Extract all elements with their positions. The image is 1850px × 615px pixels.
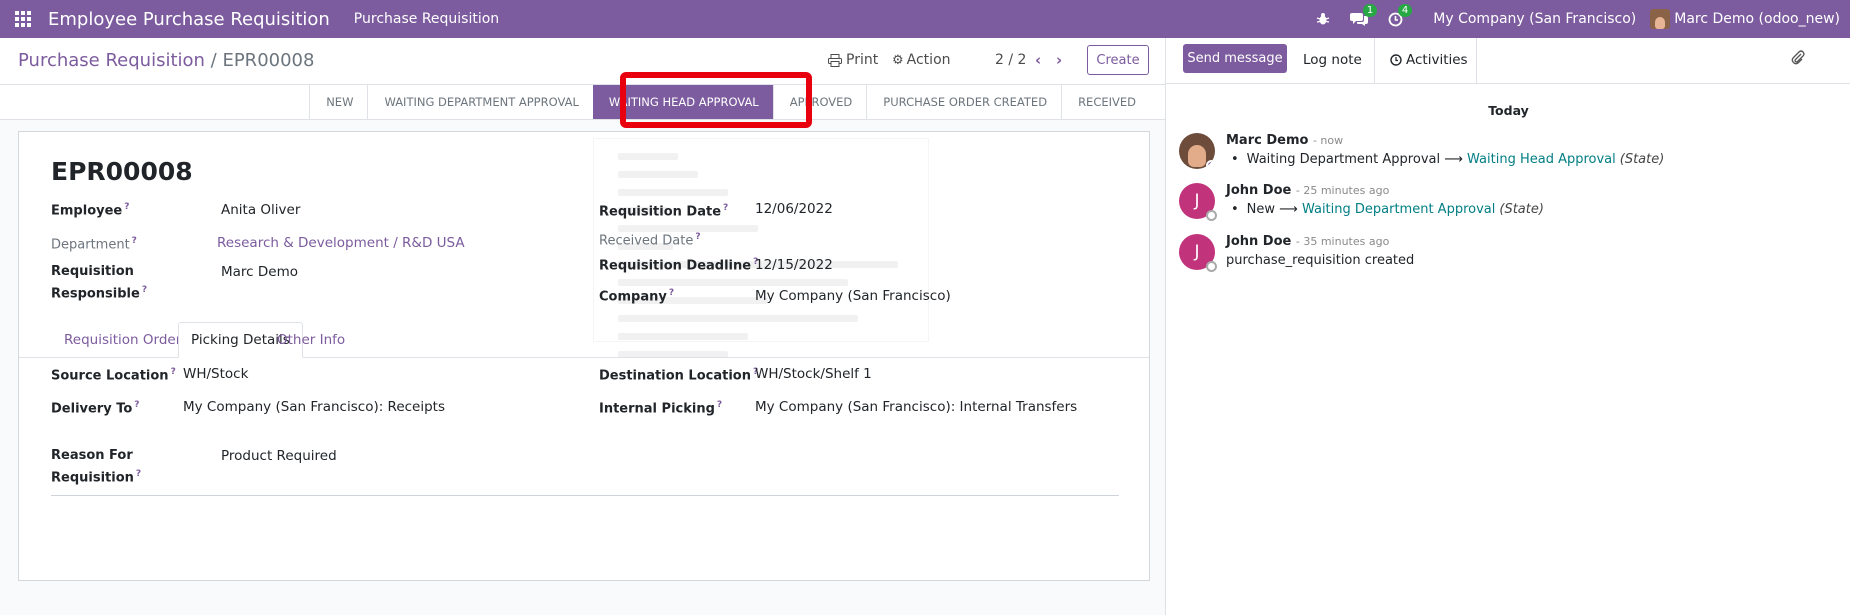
arrow-icon: ⟶ [1444, 152, 1463, 167]
app-title[interactable]: Employee Purchase Requisition [48, 9, 330, 30]
log-note-button[interactable]: Log note [1303, 52, 1362, 68]
form-sheet: EPR00008 Employee? Anita Oliver Departme… [18, 131, 1150, 581]
date-separator: Today [1488, 103, 1529, 118]
delivery-to-value[interactable]: My Company (San Francisco): Receipts [183, 399, 445, 415]
status-bar: New Waiting Department Approval Waiting He… [0, 84, 1165, 120]
destination-location-label: Destination Location? [599, 367, 759, 384]
internal-picking-value[interactable]: My Company (San Francisco): Internal Tra… [755, 399, 1077, 415]
form-pane: Purchase Requisition / EPR00008 Print ⚙ … [0, 38, 1165, 615]
gear-icon: ⚙ [892, 52, 904, 68]
reason-value[interactable]: Product Required [221, 448, 337, 464]
record-name: EPR00008 [51, 157, 193, 186]
source-location-value[interactable]: WH/Stock [183, 366, 248, 382]
help-icon[interactable]: ? [723, 203, 728, 213]
divider [1374, 38, 1375, 83]
status-step-received[interactable]: Received [1061, 85, 1150, 119]
author-name[interactable]: Marc Demo [1226, 133, 1308, 148]
messages-badge: 1 [1362, 3, 1378, 17]
menu-purchase-requisition[interactable]: Purchase Requisition [354, 11, 499, 27]
author-name[interactable]: John Doe [1226, 183, 1291, 198]
notebook-tabs: Requisition Orders Picking Details Other… [19, 322, 1149, 358]
help-icon[interactable]: ? [171, 367, 176, 377]
status-step-waiting-department-approval[interactable]: Waiting Department Approval [367, 85, 592, 119]
employee-value[interactable]: Anita Oliver [221, 202, 300, 218]
help-icon[interactable]: ? [136, 469, 141, 479]
divider [51, 495, 1119, 496]
clock-icon [1390, 54, 1402, 66]
tracking-value: • Waiting Department Approval ⟶ Waiting H… [1231, 152, 1665, 167]
action-button[interactable]: ⚙ Action [892, 52, 951, 68]
arrow-icon: ⟶ [1279, 202, 1298, 217]
print-label: Print [846, 52, 879, 68]
requisition-deadline-value[interactable]: 12/15/2022 [755, 257, 833, 273]
received-date-label: Received Date? [599, 232, 701, 249]
author-avatar[interactable] [1179, 133, 1215, 169]
department-value[interactable]: Research & Development / R&D USA [217, 235, 465, 251]
source-location-label: Source Location? [51, 367, 176, 384]
activities-badge: 4 [1397, 3, 1413, 17]
company-switcher[interactable]: My Company (San Francisco) [1433, 11, 1636, 27]
highlight-annotation [620, 72, 812, 128]
status-step-purchase-order-created[interactable]: Purchase Order Created [866, 85, 1061, 119]
requisition-deadline-label: Requisition Deadline? [599, 257, 759, 274]
pager-next-icon[interactable]: › [1056, 51, 1062, 69]
action-label: Action [906, 52, 951, 68]
user-menu[interactable]: Marc Demo (odoo_new) [1650, 9, 1840, 29]
top-navbar: Employee Purchase Requisition Purchase R… [0, 0, 1850, 38]
help-icon[interactable]: ? [132, 236, 137, 246]
requisition-date-value[interactable]: 12/06/2022 [755, 201, 833, 217]
app-menu-icon[interactable] [0, 0, 46, 38]
chatter-topbar: Send message Log note Activities [1166, 38, 1850, 84]
author-name[interactable]: John Doe [1226, 234, 1291, 249]
company-value[interactable]: My Company (San Francisco) [755, 288, 951, 304]
activities-clock-icon[interactable]: 4 [1388, 3, 1413, 27]
responsible-label: Requisition Responsible? [51, 264, 148, 302]
responsible-value[interactable]: Marc Demo [221, 264, 298, 280]
help-icon[interactable]: ? [695, 232, 700, 242]
help-icon[interactable]: ? [142, 285, 147, 295]
user-avatar [1650, 9, 1671, 29]
message-time: - now [1312, 134, 1344, 147]
destination-location-value[interactable]: WH/Stock/Shelf 1 [755, 366, 872, 382]
create-button[interactable]: Create [1087, 45, 1149, 75]
divider [1476, 38, 1477, 83]
help-icon[interactable]: ? [124, 202, 129, 212]
breadcrumb-current: EPR00008 [222, 50, 315, 71]
print-button[interactable]: Print [828, 52, 878, 68]
pager-previous-icon[interactable]: ‹ [1035, 51, 1041, 69]
requisition-date-label: Requisition Date? [599, 203, 729, 220]
tab-other-info[interactable]: Other Info [265, 322, 357, 358]
tracking-value: • New ⟶ Waiting Department Approval (State… [1231, 202, 1544, 217]
company-label: Company? [599, 288, 675, 305]
debug-bug-icon[interactable] [1316, 12, 1330, 26]
reason-label: Reason For Requisition? [51, 448, 142, 486]
send-message-button[interactable]: Send message [1183, 44, 1287, 73]
author-avatar[interactable]: J [1179, 234, 1217, 272]
breadcrumb: Purchase Requisition / EPR00008 [18, 50, 314, 71]
department-label: Department? [51, 236, 137, 253]
internal-picking-label: Internal Picking? [599, 400, 723, 417]
status-step-new[interactable]: New [309, 85, 367, 119]
help-icon[interactable]: ? [717, 400, 722, 410]
activities-button[interactable]: Activities [1390, 52, 1468, 68]
help-icon[interactable]: ? [134, 400, 139, 410]
breadcrumb-separator: / [204, 50, 223, 71]
messages-icon[interactable]: 1 [1350, 3, 1378, 27]
chatter-panel: Send message Log note Activities Today M… [1165, 38, 1850, 615]
paperclip-icon[interactable] [1791, 50, 1805, 70]
activities-label: Activities [1406, 52, 1468, 68]
user-name: Marc Demo (odoo_new) [1674, 11, 1840, 27]
help-icon[interactable]: ? [669, 288, 674, 298]
delivery-to-label: Delivery To? [51, 400, 140, 417]
control-panel: Purchase Requisition / EPR00008 Print ⚙ … [0, 38, 1165, 84]
print-icon [828, 53, 842, 67]
employee-label: Employee? [51, 202, 130, 219]
pager-value[interactable]: 2 / 2 [995, 52, 1026, 68]
message-time: - 25 minutes ago [1295, 184, 1390, 197]
message-time: - 35 minutes ago [1295, 235, 1390, 248]
author-avatar[interactable]: J [1179, 183, 1217, 221]
breadcrumb-parent[interactable]: Purchase Requisition [18, 50, 205, 71]
message-body: purchase_requisition created [1226, 253, 1415, 268]
